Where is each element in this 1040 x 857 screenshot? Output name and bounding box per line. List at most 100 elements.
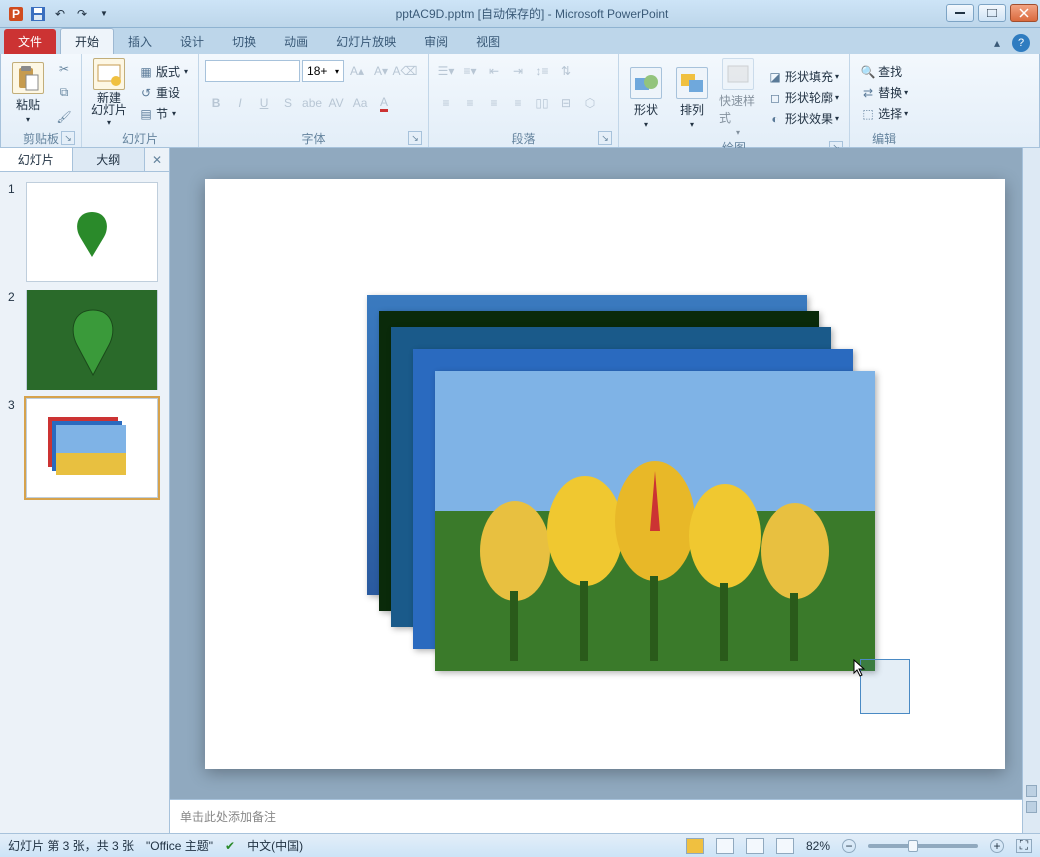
numbering-icon[interactable]: ≡▾ [459, 60, 481, 82]
slideshow-view-icon[interactable] [776, 838, 794, 854]
increase-indent-icon[interactable]: ⇥ [507, 60, 529, 82]
zoom-out-icon[interactable]: − [842, 839, 856, 853]
layout-button[interactable]: ▦版式▾ [134, 62, 192, 81]
tab-file[interactable]: 文件 [4, 29, 56, 54]
shrink-font-icon[interactable]: A▾ [370, 60, 392, 82]
fit-window-icon[interactable]: ⛶ [1016, 839, 1032, 853]
tab-slideshow[interactable]: 幻灯片放映 [322, 29, 410, 54]
char-spacing-icon[interactable]: AV [325, 92, 347, 114]
shape-outline-button[interactable]: ◻形状轮廓▾ [763, 88, 843, 107]
slide-thumb-3[interactable] [26, 398, 158, 498]
section-icon: ▤ [138, 106, 154, 122]
scroll-down-icon[interactable] [1026, 801, 1037, 813]
bullets-icon[interactable]: ☰▾ [435, 60, 457, 82]
copy-icon[interactable]: ⧉ [53, 82, 75, 104]
tab-view[interactable]: 视图 [462, 29, 514, 54]
font-dialog-icon[interactable]: ↘ [408, 131, 422, 145]
text-direction-icon[interactable]: ⇅ [555, 60, 577, 82]
reset-button[interactable]: ↺重设 [134, 83, 192, 102]
font-family-input[interactable] [205, 60, 300, 82]
zoom-slider[interactable] [868, 844, 978, 848]
columns-icon[interactable]: ▯▯ [531, 92, 553, 114]
justify-icon[interactable]: ≡ [507, 92, 529, 114]
shadow-icon[interactable]: abe [301, 92, 323, 114]
qat-more-icon[interactable]: ▼ [94, 4, 114, 24]
undo-icon[interactable]: ↶ [50, 4, 70, 24]
format-painter-icon[interactable]: 🖌 [53, 106, 75, 128]
slide-thumb-2[interactable] [26, 290, 158, 390]
zoom-in-icon[interactable]: + [990, 839, 1004, 853]
arrange-button[interactable]: 排列▾ [671, 65, 713, 131]
minimize-ribbon-icon[interactable]: ▴ [986, 32, 1008, 54]
select-button[interactable]: ⬚选择▾ [856, 104, 912, 123]
new-slide-button[interactable]: 新建 幻灯片 ▾ [88, 56, 130, 129]
strikethrough-icon[interactable]: S [277, 92, 299, 114]
font-color-icon[interactable]: A [373, 92, 395, 114]
minimize-button[interactable] [946, 4, 974, 22]
underline-icon[interactable]: U [253, 92, 275, 114]
line-spacing-icon[interactable]: ↕≡ [531, 60, 553, 82]
change-case-icon[interactable]: Aa [349, 92, 371, 114]
find-button[interactable]: 🔍查找 [856, 62, 912, 81]
zoom-slider-thumb[interactable] [908, 840, 918, 852]
tab-home[interactable]: 开始 [60, 28, 114, 54]
align-right-icon[interactable]: ≡ [483, 92, 505, 114]
tab-review[interactable]: 审阅 [410, 29, 462, 54]
spellcheck-icon[interactable]: ✔ [225, 839, 235, 853]
quick-styles-button[interactable]: 快速样式▾ [717, 56, 759, 139]
bold-icon[interactable]: B [205, 92, 227, 114]
pane-tab-outline[interactable]: 大纲 [73, 148, 146, 171]
new-slide-label: 新建 幻灯片 [91, 92, 127, 116]
next-slide-icon[interactable] [1026, 785, 1037, 797]
shape-fill-button[interactable]: ◪形状填充▾ [763, 67, 843, 86]
shapes-button[interactable]: 形状▾ [625, 65, 667, 131]
font-size-input[interactable]: 18+▾ [302, 60, 344, 82]
section-button[interactable]: ▤节▾ [134, 104, 192, 123]
align-text-icon[interactable]: ⊟ [555, 92, 577, 114]
slide-canvas[interactable] [170, 148, 1040, 799]
replace-button[interactable]: ⇄替换▾ [856, 83, 912, 102]
clipboard-dialog-icon[interactable]: ↘ [61, 131, 75, 145]
normal-view-icon[interactable] [686, 838, 704, 854]
shape-effects-button[interactable]: ◐形状效果▾ [763, 109, 843, 128]
redo-icon[interactable]: ↷ [72, 4, 92, 24]
arrange-icon [676, 67, 708, 99]
pane-close-icon[interactable]: ✕ [145, 148, 169, 171]
status-language[interactable]: 中文(中国) [247, 837, 303, 854]
save-icon[interactable] [28, 4, 48, 24]
group-drawing: 形状▾ 排列▾ 快速样式▾ ◪形状填充▾ ◻形状轮廓▾ ◐形状效果▾ 绘图↘ [619, 54, 850, 147]
close-button[interactable] [1010, 4, 1038, 22]
paragraph-dialog-icon[interactable]: ↘ [598, 131, 612, 145]
select-icon: ⬚ [860, 106, 876, 122]
help-icon[interactable]: ? [1012, 34, 1030, 52]
selection-rectangle[interactable] [860, 659, 910, 714]
slide-thumb-1[interactable] [26, 182, 158, 282]
stacked-picture[interactable] [435, 371, 875, 671]
maximize-button[interactable] [978, 4, 1006, 22]
status-theme: "Office 主题" [146, 837, 213, 854]
tab-design[interactable]: 设计 [166, 29, 218, 54]
align-center-icon[interactable]: ≡ [459, 92, 481, 114]
pane-tab-slides[interactable]: 幻灯片 [0, 148, 73, 171]
tab-insert[interactable]: 插入 [114, 29, 166, 54]
italic-icon[interactable]: I [229, 92, 251, 114]
tab-transitions[interactable]: 切换 [218, 29, 270, 54]
paste-button[interactable]: 粘贴 ▾ [7, 60, 49, 126]
slide-thumbnails: 1 2 3 [0, 172, 169, 833]
notes-pane[interactable]: 单击此处添加备注 [170, 799, 1040, 833]
group-paragraph: ☰▾ ≡▾ ⇤ ⇥ ↕≡ ⇅ ≡ ≡ ≡ ≡ ▯▯ ⊟ ⬡ 段落↘ [429, 54, 619, 147]
smartart-icon[interactable]: ⬡ [579, 92, 601, 114]
group-clipboard: 粘贴 ▾ ✂ ⧉ 🖌 剪贴板↘ [1, 54, 82, 147]
tab-animations[interactable]: 动画 [270, 29, 322, 54]
clear-formatting-icon[interactable]: A⌫ [394, 60, 416, 82]
align-left-icon[interactable]: ≡ [435, 92, 457, 114]
grow-font-icon[interactable]: A▴ [346, 60, 368, 82]
reading-view-icon[interactable] [746, 838, 764, 854]
vertical-scrollbar[interactable] [1022, 148, 1040, 833]
sorter-view-icon[interactable] [716, 838, 734, 854]
new-slide-icon [93, 58, 125, 90]
decrease-indent-icon[interactable]: ⇤ [483, 60, 505, 82]
app-icon[interactable]: P [6, 4, 26, 24]
cut-icon[interactable]: ✂ [53, 58, 75, 80]
zoom-level[interactable]: 82% [806, 839, 830, 853]
